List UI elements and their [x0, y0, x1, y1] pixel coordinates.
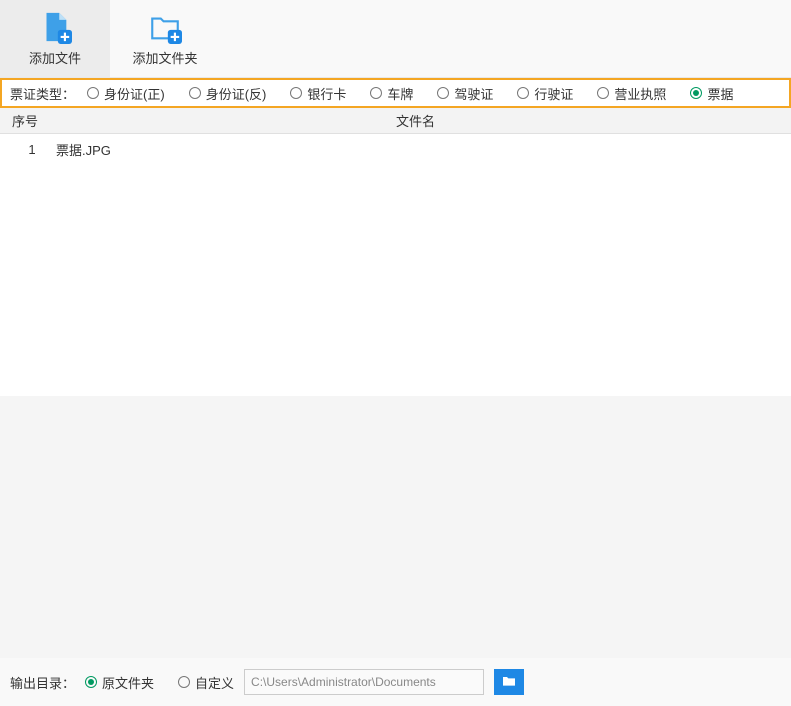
- output-path-input[interactable]: C:\Users\Administrator\Documents: [244, 669, 484, 695]
- row-filename: 票据.JPG: [52, 140, 779, 159]
- output-radio-group: 原文件夹 自定义: [85, 673, 234, 692]
- radio-label: 驾驶证: [454, 84, 493, 103]
- column-index: 序号: [12, 111, 52, 130]
- radio-label: 车牌: [387, 84, 413, 103]
- output-row: 输出目录： 原文件夹 自定义 C:\Users\Administrator\Doc…: [0, 658, 791, 706]
- certificate-type-option[interactable]: 行驶证: [517, 84, 573, 103]
- certificate-type-label: 票证类型：: [10, 84, 75, 103]
- radio-label: 身份证(反): [206, 84, 267, 103]
- radio-icon: [178, 676, 190, 688]
- certificate-type-option[interactable]: 票据: [690, 84, 733, 103]
- toolbar: 添加文件 添加文件夹: [0, 0, 791, 78]
- radio-icon: [437, 87, 449, 99]
- radio-icon: [189, 87, 201, 99]
- column-filename: 文件名: [52, 111, 779, 130]
- radio-label: 原文件夹: [102, 673, 154, 692]
- radio-icon: [85, 676, 97, 688]
- radio-icon: [597, 87, 609, 99]
- output-label: 输出目录：: [10, 673, 75, 692]
- radio-label: 营业执照: [614, 84, 666, 103]
- radio-label: 身份证(正): [104, 84, 165, 103]
- folder-icon: [501, 673, 517, 692]
- add-folder-button[interactable]: 添加文件夹: [110, 0, 220, 77]
- file-list: 1票据.JPG: [0, 134, 791, 396]
- certificate-type-option[interactable]: 营业执照: [597, 84, 666, 103]
- radio-icon: [370, 87, 382, 99]
- radio-icon: [690, 87, 702, 99]
- file-add-icon: [38, 10, 72, 44]
- certificate-type-radio-group: 身份证(正) 身份证(反) 银行卡 车牌 驾驶证 行驶证 营业执照 票据: [87, 84, 733, 103]
- certificate-type-row: 票证类型： 身份证(正) 身份证(反) 银行卡 车牌 驾驶证 行驶证 营业执照 票据: [0, 78, 791, 108]
- table-header: 序号 文件名: [0, 108, 791, 134]
- row-index: 1: [12, 142, 52, 157]
- radio-label: 行驶证: [534, 84, 573, 103]
- certificate-type-option[interactable]: 身份证(正): [87, 84, 165, 103]
- blank-area: [0, 396, 791, 658]
- radio-label: 自定义: [195, 673, 234, 692]
- radio-icon: [517, 87, 529, 99]
- certificate-type-option[interactable]: 身份证(反): [189, 84, 267, 103]
- radio-icon: [87, 87, 99, 99]
- output-option[interactable]: 原文件夹: [85, 673, 154, 692]
- certificate-type-option[interactable]: 驾驶证: [437, 84, 493, 103]
- radio-label: 银行卡: [307, 84, 346, 103]
- add-file-button[interactable]: 添加文件: [0, 0, 110, 77]
- radio-label: 票据: [707, 84, 733, 103]
- browse-button[interactable]: [494, 669, 524, 695]
- output-option[interactable]: 自定义: [178, 673, 234, 692]
- folder-add-icon: [148, 10, 182, 44]
- table-row[interactable]: 1票据.JPG: [0, 134, 791, 164]
- radio-icon: [290, 87, 302, 99]
- certificate-type-option[interactable]: 银行卡: [290, 84, 346, 103]
- certificate-type-option[interactable]: 车牌: [370, 84, 413, 103]
- add-folder-label: 添加文件夹: [132, 48, 197, 67]
- add-file-label: 添加文件: [29, 48, 81, 67]
